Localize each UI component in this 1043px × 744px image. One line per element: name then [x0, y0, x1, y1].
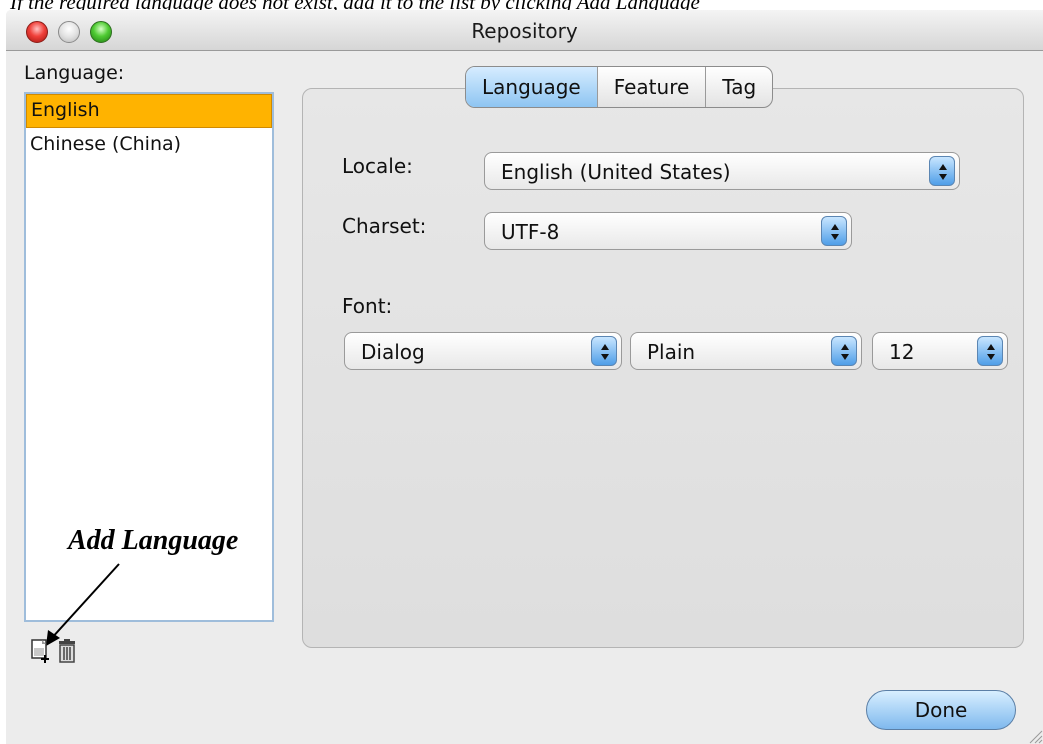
- tab-language[interactable]: Language: [466, 67, 597, 107]
- add-document-icon[interactable]: [30, 638, 52, 664]
- font-family-select[interactable]: Dialog: [344, 332, 622, 370]
- charset-value: UTF-8: [501, 220, 560, 244]
- charset-label: Charset:: [342, 214, 427, 238]
- font-label: Font:: [342, 294, 393, 318]
- done-button[interactable]: Done: [866, 690, 1016, 730]
- title-bar: Repository: [6, 10, 1043, 51]
- font-family-value: Dialog: [361, 340, 425, 364]
- locale-value: English (United States): [501, 160, 731, 184]
- charset-select[interactable]: UTF-8: [484, 212, 852, 250]
- add-language-annotation: Add Language: [68, 525, 239, 556]
- repository-window: Repository Language: English Chinese (Ch…: [6, 10, 1043, 744]
- window-title: Repository: [471, 19, 578, 43]
- language-list-label: Language:: [24, 62, 125, 84]
- popup-arrows-icon: [821, 216, 847, 246]
- locale-label: Locale:: [342, 154, 413, 178]
- popup-arrows-icon: [929, 156, 955, 186]
- tab-tag[interactable]: Tag: [705, 67, 772, 107]
- resize-grip-icon[interactable]: [1027, 728, 1043, 744]
- trash-icon[interactable]: [56, 638, 78, 664]
- locale-select[interactable]: English (United States): [484, 152, 960, 190]
- popup-arrows-icon: [831, 336, 857, 366]
- overlay-caption: If the required language does not exist,…: [0, 0, 1043, 10]
- language-item-english[interactable]: English: [26, 94, 272, 128]
- popup-arrows-icon: [977, 336, 1003, 366]
- font-size-value: 12: [889, 340, 915, 364]
- language-item-chinese-china[interactable]: Chinese (China): [26, 128, 272, 160]
- tab-bar: Language Feature Tag: [465, 66, 774, 108]
- tab-feature[interactable]: Feature: [596, 67, 706, 107]
- popup-arrows-icon: [591, 336, 617, 366]
- annotation-arrow-icon: [46, 563, 120, 646]
- font-size-select[interactable]: 12: [872, 332, 1008, 370]
- font-style-select[interactable]: Plain: [630, 332, 862, 370]
- font-style-value: Plain: [647, 340, 696, 364]
